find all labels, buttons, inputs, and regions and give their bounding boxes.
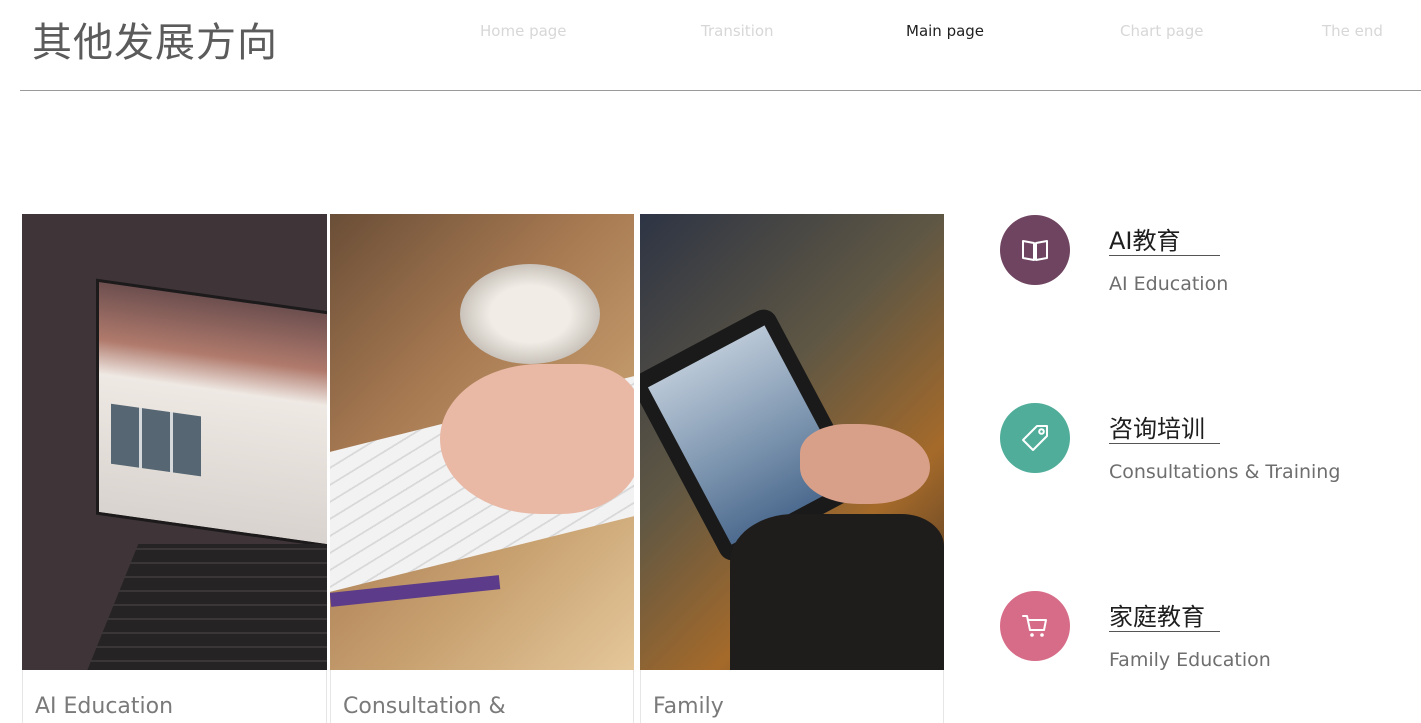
feature-underline [1109, 631, 1220, 632]
card-caption: Consultation & [330, 670, 634, 723]
typing-hand [440, 364, 634, 514]
card-consultation[interactable]: Consultation & [330, 214, 634, 723]
tea-cup [460, 264, 600, 364]
feature-subtitle: AI Education [1109, 273, 1229, 295]
nav-main-page[interactable]: Main page [906, 22, 984, 40]
nav-the-end[interactable]: The end [1322, 22, 1383, 40]
card-caption-text: Family [653, 694, 724, 719]
nav-transition[interactable]: Transition [701, 22, 774, 40]
cart-icon [1022, 615, 1047, 637]
feature-title: AI教育 [1109, 227, 1181, 255]
laptop-screen [96, 278, 327, 554]
feature-underline [1109, 255, 1220, 256]
laptop-keyboard [85, 544, 327, 670]
nav-home-page[interactable]: Home page [480, 22, 567, 40]
feature-subtitle: Family Education [1109, 649, 1271, 671]
tapping-hand [800, 424, 930, 504]
card-caption-text: Consultation & [343, 694, 506, 719]
lap-shadow [730, 514, 944, 670]
card-family[interactable]: Family [640, 214, 944, 723]
slide-page: 其他发展方向 Home page Transition Main page Ch… [0, 0, 1421, 723]
feature-underline [1109, 443, 1220, 444]
card-ai-education[interactable]: AI Education [22, 214, 327, 723]
typing-photo [330, 214, 634, 670]
feature-badge [1000, 591, 1070, 661]
feature-badge [1000, 403, 1070, 473]
feature-badge [1000, 215, 1070, 285]
nav-chart-page[interactable]: Chart page [1120, 22, 1203, 40]
card-caption: AI Education [22, 670, 327, 723]
card-caption: Family [640, 670, 944, 723]
tag-icon [1022, 425, 1048, 451]
top-nav: Home page Transition Main page Chart pag… [0, 22, 1421, 42]
book-icon [1022, 240, 1048, 261]
tablet-photo [640, 214, 944, 670]
card-caption-text: AI Education [35, 694, 174, 719]
header-divider [20, 90, 1421, 91]
feature-subtitle: Consultations & Training [1109, 461, 1341, 483]
feature-title: 家庭教育 [1109, 603, 1205, 631]
laptop-photo [22, 214, 327, 670]
feature-title: 咨询培训 [1109, 415, 1205, 443]
